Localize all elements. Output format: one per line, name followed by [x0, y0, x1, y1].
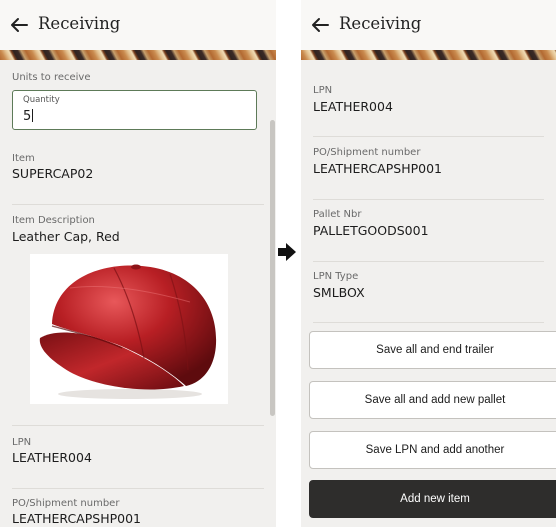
po-shipment-label: PO/Shipment number: [12, 498, 120, 509]
right-screen: Receiving LPN LEATHER004 PO/Shipment num…: [301, 0, 556, 527]
divider: [313, 136, 544, 137]
save-all-add-pallet-button[interactable]: Save all and add new pallet: [309, 381, 556, 419]
decorative-banner: [0, 50, 276, 60]
pallet-nbr-label: Pallet Nbr: [313, 209, 362, 220]
left-screen: Receiving Units to receive Quantity 5 It…: [0, 0, 276, 527]
page-title: Receiving: [38, 14, 121, 33]
po-shipment-value: LEATHERCAPSHP001: [313, 161, 442, 176]
app-bar: Receiving: [301, 0, 556, 50]
quantity-field-label: Quantity: [23, 95, 60, 105]
item-label: Item: [12, 153, 35, 164]
save-lpn-add-another-button[interactable]: Save LPN and add another: [309, 431, 556, 469]
app-bar: Receiving: [0, 0, 276, 50]
text-cursor: [32, 109, 34, 122]
item-description-value: Leather Cap, Red: [12, 229, 120, 244]
quantity-value: 5: [23, 109, 32, 124]
po-shipment-label: PO/Shipment number: [313, 147, 421, 158]
divider: [313, 199, 544, 200]
lpn-type-label: LPN Type: [313, 271, 359, 282]
scrollbar[interactable]: [270, 120, 275, 416]
add-new-item-button[interactable]: Add new item: [309, 480, 556, 518]
divider: [313, 261, 544, 262]
receiving-form: Units to receive Quantity 5 Item SUPERCA…: [0, 60, 276, 527]
item-description-label: Item Description: [12, 215, 95, 226]
lpn-label: LPN: [12, 437, 32, 448]
pallet-nbr-value: PALLETGOODS001: [313, 223, 429, 238]
divider: [12, 425, 264, 426]
divider: [313, 322, 544, 323]
back-arrow-icon[interactable]: [309, 14, 331, 36]
po-shipment-value: LEATHERCAPSHP001: [12, 511, 141, 526]
divider: [12, 204, 264, 205]
lpn-value: LEATHER004: [313, 99, 393, 114]
save-all-end-trailer-button[interactable]: Save all and end trailer: [309, 331, 556, 369]
units-to-receive-label: Units to receive: [12, 72, 91, 83]
quantity-field[interactable]: Quantity 5: [12, 90, 257, 130]
red-leather-cap-icon: [39, 264, 217, 399]
lpn-value: LEATHER004: [12, 450, 92, 465]
quantity-input[interactable]: 5: [23, 109, 34, 124]
divider: [12, 488, 264, 489]
page-title: Receiving: [339, 14, 422, 33]
right-arrow-icon: [278, 243, 296, 261]
back-arrow-icon[interactable]: [8, 14, 30, 36]
item-value: SUPERCAP02: [12, 166, 94, 181]
lpn-label: LPN: [313, 85, 333, 96]
receiving-summary: LPN LEATHER004 PO/Shipment number LEATHE…: [301, 60, 556, 527]
decorative-banner: [301, 50, 556, 60]
product-image: [30, 254, 228, 404]
lpn-type-value: SMLBOX: [313, 285, 365, 300]
